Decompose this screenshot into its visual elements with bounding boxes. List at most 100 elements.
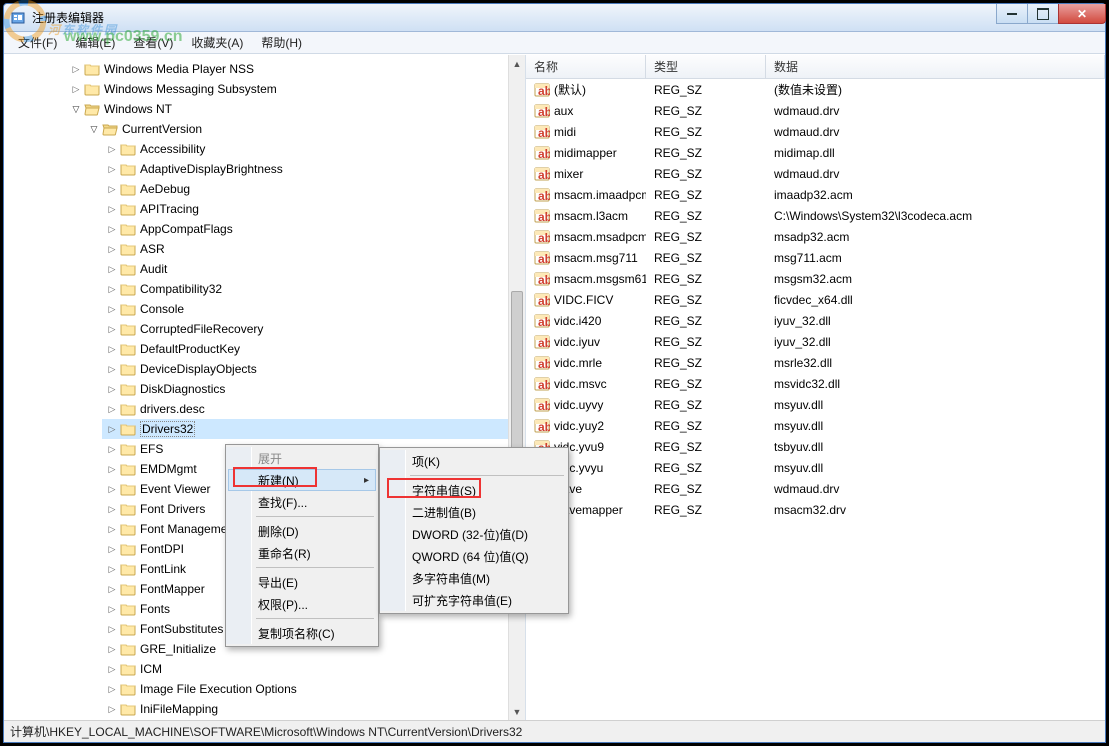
tree-node[interactable]: Accessibility bbox=[102, 139, 525, 159]
list-body[interactable]: ab(默认)REG_SZ(数值未设置)abauxREG_SZwdmaud.drv… bbox=[526, 79, 1105, 720]
expand-icon[interactable] bbox=[106, 603, 118, 615]
tree-node[interactable]: CurrentVersion bbox=[84, 119, 525, 139]
expand-icon[interactable] bbox=[106, 383, 118, 395]
expand-icon[interactable] bbox=[106, 623, 118, 635]
list-row[interactable]: abvidc.yvu9REG_SZtsbyuv.dll bbox=[526, 436, 1105, 457]
tree-node[interactable]: Windows NT bbox=[66, 99, 525, 119]
expand-icon[interactable] bbox=[106, 303, 118, 315]
list-row[interactable]: abmixerREG_SZwdmaud.drv bbox=[526, 163, 1105, 184]
expand-icon[interactable] bbox=[106, 543, 118, 555]
ctx-new-dword[interactable]: DWORD (32-位)值(D) bbox=[382, 523, 566, 545]
expand-icon[interactable] bbox=[106, 423, 118, 435]
tree-node[interactable]: Audit bbox=[102, 259, 525, 279]
col-type[interactable]: 类型 bbox=[646, 55, 766, 78]
ctx-new-key[interactable]: 项(K) bbox=[382, 450, 566, 472]
list-row[interactable]: abmsacm.msgsm610REG_SZmsgsm32.acm bbox=[526, 268, 1105, 289]
list-row[interactable]: abmidimapperREG_SZmidimap.dll bbox=[526, 142, 1105, 163]
minimize-button[interactable] bbox=[996, 4, 1028, 24]
expand-icon[interactable] bbox=[106, 263, 118, 275]
tree-node[interactable]: AppCompatFlags bbox=[102, 219, 525, 239]
expand-icon[interactable] bbox=[106, 683, 118, 695]
expand-icon[interactable] bbox=[106, 663, 118, 675]
expand-icon[interactable] bbox=[106, 243, 118, 255]
expand-icon[interactable] bbox=[106, 403, 118, 415]
list-row[interactable]: abmsacm.imaadpcmREG_SZimaadp32.acm bbox=[526, 184, 1105, 205]
scroll-up-button[interactable]: ▲ bbox=[509, 55, 525, 72]
list-row[interactable]: abvidc.msvcREG_SZmsvidc32.dll bbox=[526, 373, 1105, 394]
expand-icon[interactable] bbox=[106, 363, 118, 375]
expand-icon[interactable] bbox=[106, 343, 118, 355]
list-row[interactable]: abmsacm.l3acmREG_SZC:\Windows\System32\l… bbox=[526, 205, 1105, 226]
list-row[interactable]: abvidc.iyuvREG_SZiyuv_32.dll bbox=[526, 331, 1105, 352]
titlebar[interactable]: 注册表编辑器 bbox=[4, 4, 1105, 32]
list-row[interactable]: abmidiREG_SZwdmaud.drv bbox=[526, 121, 1105, 142]
menu-favorites[interactable]: 收藏夹(A) bbox=[183, 32, 251, 53]
expand-icon[interactable] bbox=[106, 703, 118, 715]
list-row[interactable]: abvidc.yvyuREG_SZmsyuv.dll bbox=[526, 457, 1105, 478]
scroll-thumb[interactable] bbox=[511, 291, 523, 471]
list-row[interactable]: abwaveREG_SZwdmaud.drv bbox=[526, 478, 1105, 499]
tree-node[interactable]: Compatibility32 bbox=[102, 279, 525, 299]
list-row[interactable]: abvidc.uyvyREG_SZmsyuv.dll bbox=[526, 394, 1105, 415]
tree-node[interactable]: CorruptedFileRecovery bbox=[102, 319, 525, 339]
ctx-delete[interactable]: 删除(D) bbox=[228, 520, 376, 542]
expand-icon[interactable] bbox=[70, 83, 82, 95]
menu-file[interactable]: 文件(F) bbox=[10, 32, 65, 53]
expand-icon[interactable] bbox=[106, 583, 118, 595]
ctx-new-string[interactable]: 字符串值(S) bbox=[382, 479, 566, 501]
tree-node[interactable]: Windows Messaging Subsystem bbox=[66, 79, 525, 99]
expand-icon[interactable] bbox=[106, 223, 118, 235]
expand-icon[interactable] bbox=[106, 483, 118, 495]
expand-icon[interactable] bbox=[106, 523, 118, 535]
tree-node[interactable]: Image File Execution Options bbox=[102, 679, 525, 699]
ctx-new-multistring[interactable]: 多字符串值(M) bbox=[382, 567, 566, 589]
ctx-new[interactable]: 新建(N) bbox=[228, 469, 376, 491]
expand-icon[interactable] bbox=[106, 183, 118, 195]
context-menu[interactable]: 展开 新建(N) 查找(F)... 删除(D) 重命名(R) 导出(E) 权限(… bbox=[225, 444, 379, 647]
list-row[interactable]: ab(默认)REG_SZ(数值未设置) bbox=[526, 79, 1105, 100]
tree-node[interactable]: DefaultProductKey bbox=[102, 339, 525, 359]
tree-node[interactable]: DeviceDisplayObjects bbox=[102, 359, 525, 379]
scroll-down-button[interactable]: ▼ bbox=[509, 703, 525, 720]
menu-view[interactable]: 查看(V) bbox=[125, 32, 181, 53]
expand-icon[interactable] bbox=[70, 63, 82, 75]
menu-edit[interactable]: 编辑(E) bbox=[67, 32, 123, 53]
tree-node[interactable]: APITracing bbox=[102, 199, 525, 219]
ctx-copykeyname[interactable]: 复制项名称(C) bbox=[228, 622, 376, 644]
ctx-export[interactable]: 导出(E) bbox=[228, 571, 376, 593]
list-row[interactable]: abauxREG_SZwdmaud.drv bbox=[526, 100, 1105, 121]
list-row[interactable]: abmsacm.msg711REG_SZmsg711.acm bbox=[526, 247, 1105, 268]
tree-node[interactable]: Console bbox=[102, 299, 525, 319]
tree-node[interactable]: AdaptiveDisplayBrightness bbox=[102, 159, 525, 179]
expand-icon[interactable] bbox=[106, 563, 118, 575]
list-row[interactable]: abmsacm.msadpcmREG_SZmsadp32.acm bbox=[526, 226, 1105, 247]
context-submenu-new[interactable]: 项(K) 字符串值(S) 二进制值(B) DWORD (32-位)值(D) QW… bbox=[379, 447, 569, 614]
ctx-rename[interactable]: 重命名(R) bbox=[228, 542, 376, 564]
tree-node[interactable]: Windows Media Player NSS bbox=[66, 59, 525, 79]
list-row[interactable]: abvidc.mrleREG_SZmsrle32.dll bbox=[526, 352, 1105, 373]
close-button[interactable] bbox=[1058, 4, 1106, 24]
collapse-icon[interactable] bbox=[70, 103, 82, 115]
expand-icon[interactable] bbox=[106, 143, 118, 155]
col-name[interactable]: 名称 bbox=[526, 55, 646, 78]
tree-node[interactable]: ICM bbox=[102, 659, 525, 679]
tree-node[interactable]: Drivers32 bbox=[102, 419, 525, 439]
ctx-find[interactable]: 查找(F)... bbox=[228, 491, 376, 513]
maximize-button[interactable] bbox=[1027, 4, 1059, 24]
ctx-permissions[interactable]: 权限(P)... bbox=[228, 593, 376, 615]
ctx-new-binary[interactable]: 二进制值(B) bbox=[382, 501, 566, 523]
collapse-icon[interactable] bbox=[88, 123, 100, 135]
ctx-new-expandstring[interactable]: 可扩充字符串值(E) bbox=[382, 589, 566, 611]
list-row[interactable]: abwavemapperREG_SZmsacm32.drv bbox=[526, 499, 1105, 520]
expand-icon[interactable] bbox=[106, 503, 118, 515]
tree-node[interactable]: ASR bbox=[102, 239, 525, 259]
tree-node[interactable]: drivers.desc bbox=[102, 399, 525, 419]
list-row[interactable]: abVIDC.FICVREG_SZficvdec_x64.dll bbox=[526, 289, 1105, 310]
expand-icon[interactable] bbox=[106, 643, 118, 655]
tree-node[interactable]: AeDebug bbox=[102, 179, 525, 199]
expand-icon[interactable] bbox=[106, 463, 118, 475]
expand-icon[interactable] bbox=[106, 323, 118, 335]
expand-icon[interactable] bbox=[106, 163, 118, 175]
tree-node[interactable]: DiskDiagnostics bbox=[102, 379, 525, 399]
expand-icon[interactable] bbox=[106, 283, 118, 295]
